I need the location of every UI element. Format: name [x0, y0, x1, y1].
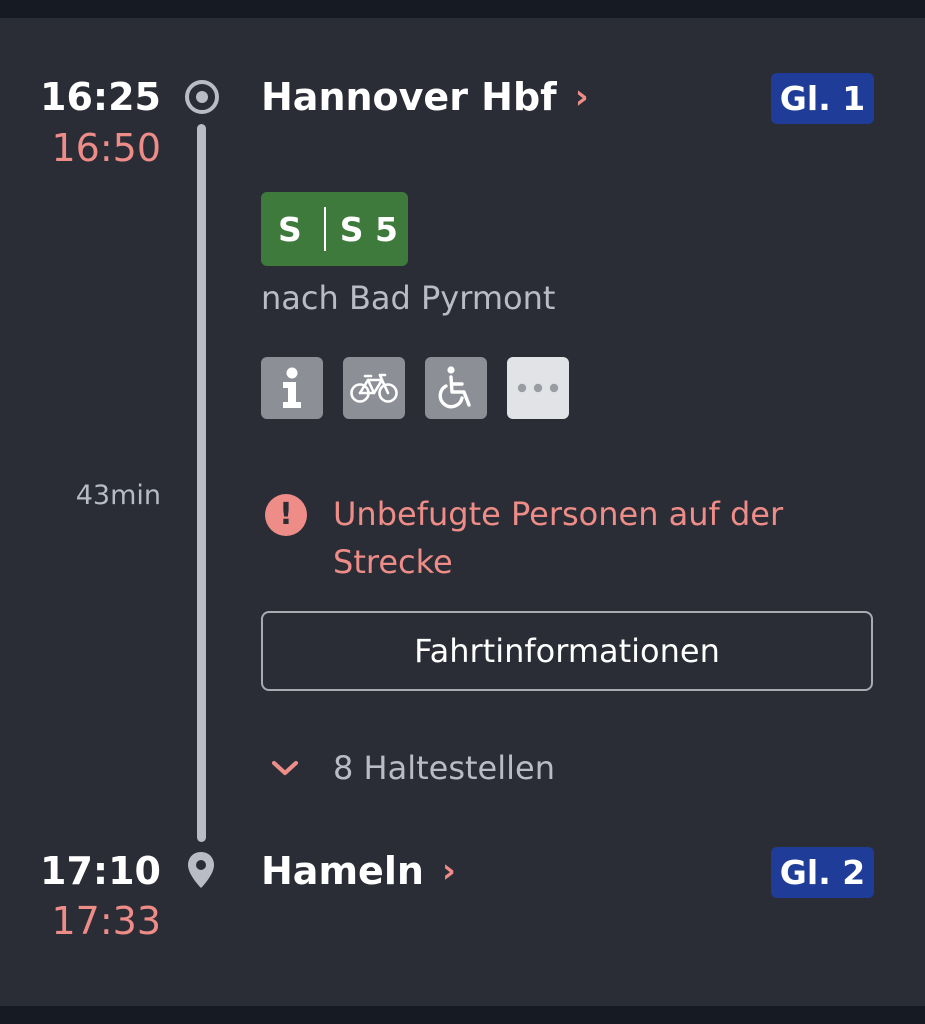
departure-platform-badge: Gl. 1 [771, 73, 874, 124]
map-pin-icon [188, 852, 214, 888]
chevron-right-icon: › [441, 851, 456, 891]
arrival-actual-time: 17:33 [51, 899, 161, 943]
more-icon[interactable] [507, 357, 569, 419]
chevron-down-icon [271, 760, 299, 776]
journey-duration: 43min [75, 480, 161, 511]
stops-count-label: 8 Haltestellen [333, 749, 555, 787]
arrival-station-link[interactable]: Hameln › [261, 852, 456, 890]
wheelchair-icon[interactable] [425, 357, 487, 419]
line-badge[interactable]: S S 5 [261, 192, 408, 266]
bicycle-icon[interactable] [343, 357, 405, 419]
arrival-scheduled-time: 17:10 [40, 849, 161, 893]
departure-actual-time: 16:50 [51, 126, 161, 170]
arrival-station-name: Hameln [261, 849, 424, 893]
timeline-line [197, 124, 206, 842]
direction-text: nach Bad Pyrmont [261, 279, 556, 317]
departure-scheduled-time: 16:25 [40, 75, 161, 119]
info-icon[interactable] [261, 357, 323, 419]
chevron-right-icon: › [574, 77, 589, 117]
trip-info-button[interactable]: Fahrtinformationen [261, 611, 873, 691]
connection-detail-card: 16:25 16:50 Hannover Hbf › Gl. 1 43min S… [0, 18, 925, 1006]
origin-circle-icon [185, 80, 219, 114]
line-badge-divider [323, 207, 326, 251]
stops-toggle[interactable]: 8 Haltestellen [270, 746, 555, 790]
disruption-message: Unbefugte Personen auf der Strecke [333, 495, 784, 581]
departure-station-name: Hannover Hbf [261, 75, 557, 119]
departure-station-link[interactable]: Hannover Hbf › [261, 78, 589, 116]
product-label: S [278, 209, 302, 249]
arrival-platform-badge: Gl. 2 [771, 847, 874, 898]
alert-icon: ! [265, 494, 307, 536]
line-label: S 5 [339, 209, 398, 249]
